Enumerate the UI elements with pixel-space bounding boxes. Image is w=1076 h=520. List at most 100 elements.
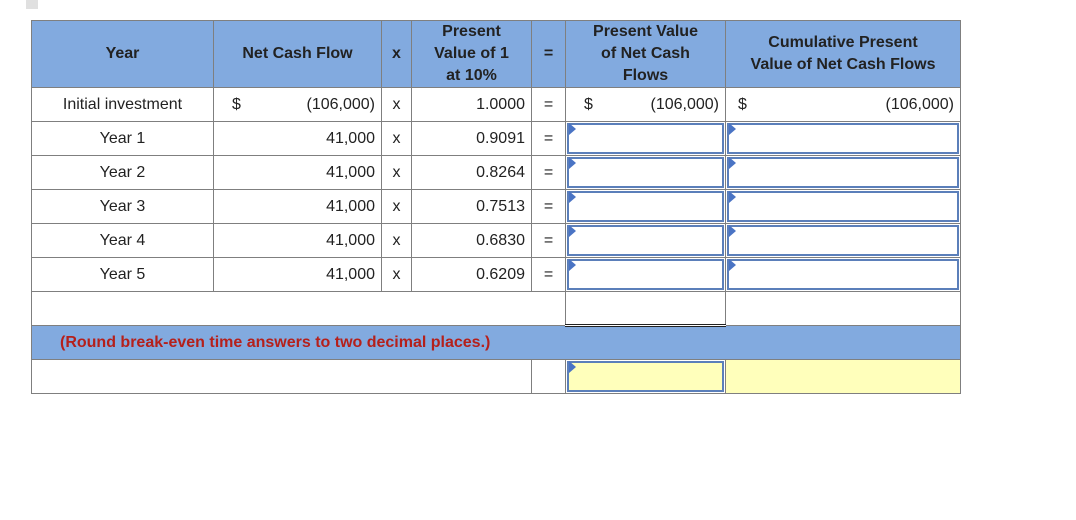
currency-sign: $ [232,95,241,113]
break-even-label-cell [31,359,532,394]
input-flag-icon [569,361,576,373]
input-flag-icon [569,225,576,237]
rounding-note: (Round break-even time answers to two de… [60,334,491,351]
input-flag-icon [729,191,736,203]
cumulative-input-cell [725,223,961,258]
input-flag-icon [729,157,736,169]
currency-sign: $ [584,95,593,113]
cumulative-input-cell [725,189,961,224]
table-row-year-3: Year 3 41,000 x 0.7513 = [31,189,961,224]
pv-net-input-cell [565,223,726,258]
cumulative-input[interactable] [727,123,959,154]
times-operator: x [381,257,412,292]
pv-net-input[interactable] [567,123,724,154]
cumulative-input[interactable] [727,157,959,188]
cumulative-input[interactable] [727,191,959,222]
times-operator: x [381,223,412,258]
times-operator: x [381,87,412,122]
header-pv-of-1-line2: Value of 1 [434,45,509,62]
equals-operator: = [531,189,566,224]
year-label: Initial investment [31,87,214,122]
header-cumulative: Cumulative Present Value of Net Cash Flo… [725,20,961,88]
input-flag-icon [729,225,736,237]
net-cash-flow-value: 41,000 [213,189,382,224]
equals-operator: = [531,121,566,156]
pv-net-input-cell [565,155,726,190]
net-cash-flow-value: 41,000 [213,121,382,156]
table-row-year-2: Year 2 41,000 x 0.8264 = [31,155,961,190]
header-row: Year Net Cash Flow x Present Value of 1 … [31,20,961,88]
header-times: x [381,20,412,88]
header-net-cash-flow: Net Cash Flow [213,20,382,88]
pv-net-input[interactable] [567,157,724,188]
net-cash-flow-value: 41,000 [213,257,382,292]
header-pv-of-1-line1: Present [442,23,501,40]
pv-factor: 0.7513 [411,189,532,224]
pv-factor: 1.0000 [411,87,532,122]
table-row-initial-investment: Initial investment $ (106,000) x 1.0000 =… [31,87,961,122]
break-even-input-cell [565,359,726,394]
equals-operator: = [531,155,566,190]
pv-net-cell: $ (106,000) [565,87,726,122]
year-label: Year 2 [31,155,214,190]
table-row-year-4: Year 4 41,000 x 0.6830 = [31,223,961,258]
total-cumulative-blank [725,291,961,326]
pv-factor: 0.9091 [411,121,532,156]
total-pv-cell [565,291,726,327]
year-label: Year 5 [31,257,214,292]
currency-sign: $ [738,95,747,113]
times-operator: x [381,121,412,156]
input-flag-icon [729,259,736,271]
note-cell: (Round break-even time answers to two de… [31,325,961,360]
cumulative-value: (106,000) [885,95,955,113]
header-equals: = [531,20,566,88]
header-pvn-line2: of Net Cash [601,45,690,62]
year-label: Year 1 [31,121,214,156]
equals-operator: = [531,87,566,122]
header-pvn-line1: Present Value [593,23,698,40]
input-flag-icon [569,123,576,135]
cumulative-input-cell [725,257,961,292]
total-row [31,291,961,327]
cumulative-input[interactable] [727,225,959,256]
pv-factor: 0.6209 [411,257,532,292]
cumulative-cell: $ (106,000) [725,87,961,122]
pv-factor: 0.6830 [411,223,532,258]
note-row: (Round break-even time answers to two de… [31,325,961,360]
times-operator: x [381,155,412,190]
header-pv-net-cash-flows: Present Value of Net Cash Flows [565,20,726,88]
pv-net-input-cell [565,121,726,156]
cumulative-input[interactable] [727,259,959,290]
break-even-unit-cell [725,359,961,394]
header-pv-of-1: Present Value of 1 at 10% [411,20,532,88]
year-label: Year 3 [31,189,214,224]
pv-net-value: (106,000) [650,95,720,113]
pv-net-input[interactable] [567,225,724,256]
table-row-year-1: Year 1 41,000 x 0.9091 = [31,121,961,156]
header-pv-of-1-line3: at 10% [446,67,497,84]
net-cash-flow-value: 41,000 [213,155,382,190]
pv-net-input[interactable] [567,259,724,290]
break-even-input[interactable] [567,361,724,392]
equals-operator: = [531,223,566,258]
equals-operator: = [531,257,566,292]
year-label: Year 4 [31,223,214,258]
total-blank [31,291,566,326]
pv-net-input-cell [565,257,726,292]
input-flag-icon [729,123,736,135]
times-operator: x [381,189,412,224]
pv-net-input[interactable] [567,191,724,222]
header-year: Year [31,20,214,88]
input-flag-icon [569,157,576,169]
cumulative-input-cell [725,121,961,156]
header-cum-line1: Cumulative Present [768,34,918,51]
net-cash-flow-cell: $ (106,000) [213,87,382,122]
net-cash-flow-value: 41,000 [213,223,382,258]
input-flag-icon [569,259,576,271]
table-row-year-5: Year 5 41,000 x 0.6209 = [31,257,961,292]
corner-marker [26,0,38,9]
break-even-row [31,359,961,394]
cumulative-input-cell [725,155,961,190]
header-pvn-line3: Flows [622,67,669,84]
pv-factor: 0.8264 [411,155,532,190]
